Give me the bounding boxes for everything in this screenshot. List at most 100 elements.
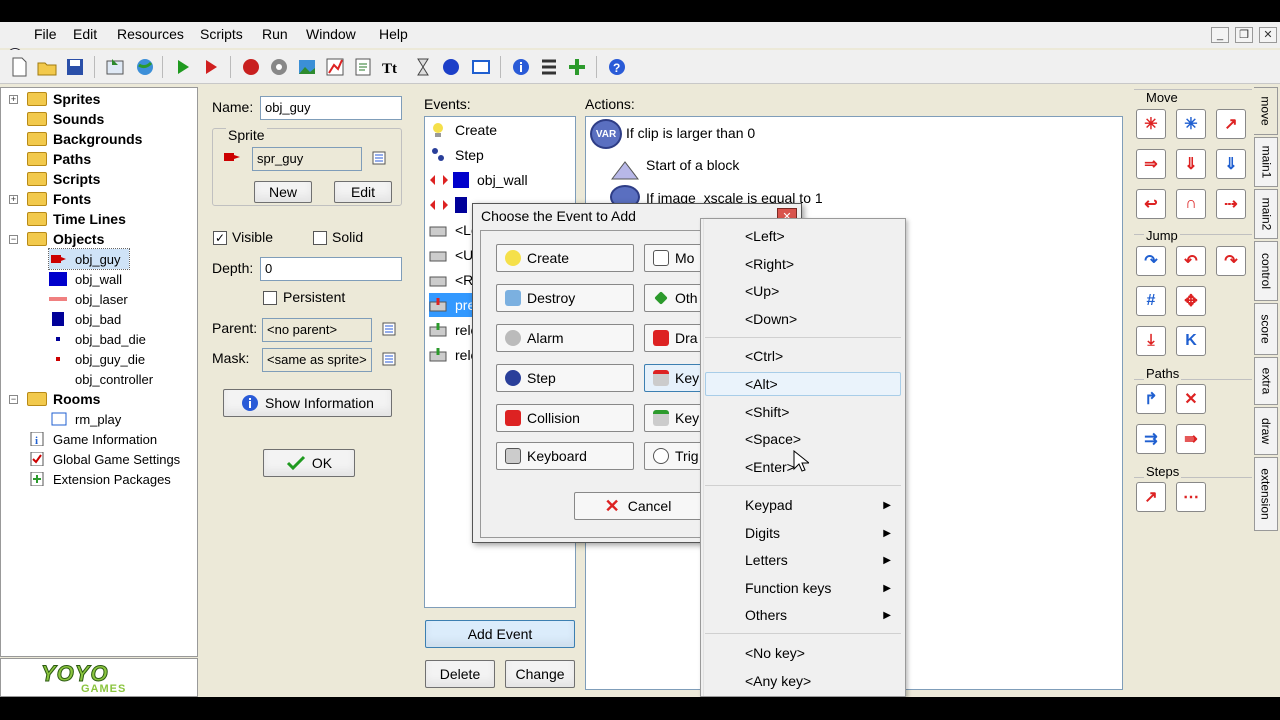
menu-window[interactable]: Window <box>306 26 356 42</box>
tab-move[interactable]: move <box>1254 87 1278 135</box>
path-resource-icon[interactable] <box>324 56 346 78</box>
close-button[interactable]: ✕ <box>1259 27 1277 43</box>
open-folder-icon[interactable] <box>36 56 58 78</box>
menu-item-right[interactable]: <Right> <box>745 256 794 272</box>
menu-item-ctrl[interactable]: <Ctrl> <box>745 348 783 364</box>
save-icon[interactable] <box>64 56 86 78</box>
mask-field[interactable]: <same as sprite> <box>262 348 372 372</box>
menu-item-left[interactable]: <Left> <box>745 228 785 244</box>
speed-vertical-icon[interactable]: ⇓ <box>1176 149 1206 179</box>
parent-field[interactable]: <no parent> <box>262 318 372 342</box>
action-if-clip[interactable]: If clip is larger than 0 <box>626 125 755 141</box>
ok-button[interactable]: OK <box>263 449 355 477</box>
publish-globe-icon[interactable] <box>134 56 156 78</box>
dialog-alarm-button[interactable]: Alarm <box>496 324 634 352</box>
delete-event-button[interactable]: Delete <box>425 660 495 688</box>
expand-fonts-icon[interactable]: + <box>9 195 18 204</box>
event-collision-bad[interactable] <box>429 193 477 217</box>
tree-folder-timelines[interactable]: Time Lines <box>27 209 126 229</box>
game-info-icon[interactable] <box>510 56 532 78</box>
tab-main1[interactable]: main1 <box>1254 137 1278 187</box>
collapse-rooms-icon[interactable]: − <box>9 395 18 404</box>
tree-object-obj-guy[interactable]: obj_guy <box>48 248 130 270</box>
sprite-resource-icon[interactable] <box>240 56 262 78</box>
tree-folder-scripts[interactable]: Scripts <box>27 169 100 189</box>
collapse-objects-icon[interactable]: − <box>9 235 18 244</box>
menu-item-down[interactable]: <Down> <box>745 311 797 327</box>
event-release-2[interactable]: rele <box>429 343 478 367</box>
tree-folder-objects[interactable]: Objects <box>27 229 104 249</box>
debug-run-icon[interactable] <box>200 56 222 78</box>
menu-item-others[interactable]: Others <box>745 607 787 623</box>
sound-resource-icon[interactable] <box>268 56 290 78</box>
event-create[interactable]: Create <box>429 118 497 142</box>
solid-checkbox[interactable] <box>313 231 327 245</box>
persistent-checkbox[interactable] <box>263 291 277 305</box>
menu-item-any-key[interactable]: <Any key> <box>745 673 811 689</box>
dialog-keyboard-button[interactable]: Keyboard <box>496 442 634 470</box>
align-grid-icon[interactable]: # <box>1136 286 1166 316</box>
menu-item-keypad[interactable]: Keypad <box>745 497 792 513</box>
tree-object-obj-bad[interactable]: obj_bad <box>49 309 121 329</box>
menu-scripts[interactable]: Scripts <box>200 26 243 42</box>
tree-folder-paths[interactable]: Paths <box>27 149 91 169</box>
menu-item-function-keys[interactable]: Function keys <box>745 580 831 596</box>
menu-item-letters[interactable]: Letters <box>745 552 788 568</box>
wrap-screen-icon[interactable]: ✥ <box>1176 286 1206 316</box>
sprite-menu-icon[interactable] <box>372 150 390 168</box>
event-release-1[interactable]: rele <box>429 318 478 342</box>
jump-position-icon[interactable]: ↷ <box>1136 246 1166 276</box>
mask-menu-icon[interactable] <box>382 351 400 369</box>
set-path-icon[interactable]: ↱ <box>1136 384 1166 414</box>
tree-object-obj-wall[interactable]: obj_wall <box>49 269 122 289</box>
tab-extension[interactable]: extension <box>1254 457 1278 531</box>
new-file-icon[interactable] <box>8 56 30 78</box>
tree-folder-rooms[interactable]: Rooms <box>27 389 100 409</box>
menu-edit[interactable]: Edit <box>73 26 97 42</box>
end-path-icon[interactable]: ✕ <box>1176 384 1206 414</box>
tree-folder-sounds[interactable]: Sounds <box>27 109 104 129</box>
event-step[interactable]: Step <box>429 143 484 167</box>
new-sprite-button[interactable]: New <box>254 181 312 203</box>
visible-checkbox[interactable]: ✓ <box>213 231 227 245</box>
room-resource-icon[interactable] <box>470 56 492 78</box>
tree-game-information[interactable]: i Game Information <box>29 429 157 449</box>
step-towards-icon[interactable]: ↗ <box>1136 482 1166 512</box>
dialog-draw-button[interactable]: Dra <box>644 324 704 352</box>
dialog-mouse-button[interactable]: Mo <box>644 244 704 272</box>
gravity-icon[interactable]: ⇓ <box>1216 149 1246 179</box>
menu-item-alt[interactable]: <Alt> <box>745 376 778 392</box>
object-resource-icon[interactable] <box>440 56 462 78</box>
run-icon[interactable] <box>172 56 194 78</box>
name-field[interactable]: obj_guy <box>260 96 402 120</box>
parent-menu-icon[interactable] <box>382 321 400 339</box>
tree-room-rm-play[interactable]: rm_play <box>51 409 121 429</box>
menu-item-enter[interactable]: <Enter> <box>745 459 795 475</box>
tab-main2[interactable]: main2 <box>1254 189 1278 239</box>
extension-packages-icon[interactable] <box>566 56 588 78</box>
menu-item-digits[interactable]: Digits <box>745 525 780 541</box>
show-information-button[interactable]: Show Information <box>223 389 392 417</box>
sprite-field[interactable]: spr_guy <box>252 147 362 171</box>
dialog-collision-button[interactable]: Collision <box>496 404 634 432</box>
expand-sprites-icon[interactable]: + <box>9 95 18 104</box>
event-key-right[interactable]: <Ri <box>429 268 476 292</box>
menu-item-up[interactable]: <Up> <box>745 283 779 299</box>
dialog-key-press-button[interactable]: Key <box>644 364 704 392</box>
menu-item-no-key[interactable]: <No key> <box>745 645 805 661</box>
create-executable-icon[interactable] <box>104 56 126 78</box>
menu-item-shift[interactable]: <Shift> <box>745 404 789 420</box>
tree-object-obj-laser[interactable]: obj_laser <box>49 289 128 309</box>
dialog-create-button[interactable]: Create <box>496 244 634 272</box>
tree-global-game-settings[interactable]: Global Game Settings <box>29 449 180 469</box>
dialog-other-button[interactable]: Oth <box>644 284 704 312</box>
dialog-step-button[interactable]: Step <box>496 364 634 392</box>
reverse-vertical-icon[interactable]: ∩ <box>1176 189 1206 219</box>
menu-item-space[interactable]: <Space> <box>745 431 801 447</box>
bounce-icon[interactable]: K <box>1176 326 1206 356</box>
script-resource-icon[interactable] <box>352 56 374 78</box>
dialog-key-release-button[interactable]: Key <box>644 404 704 432</box>
menu-run[interactable]: Run <box>262 26 288 42</box>
dialog-destroy-button[interactable]: Destroy <box>496 284 634 312</box>
tree-folder-sprites[interactable]: Sprites <box>27 89 100 109</box>
